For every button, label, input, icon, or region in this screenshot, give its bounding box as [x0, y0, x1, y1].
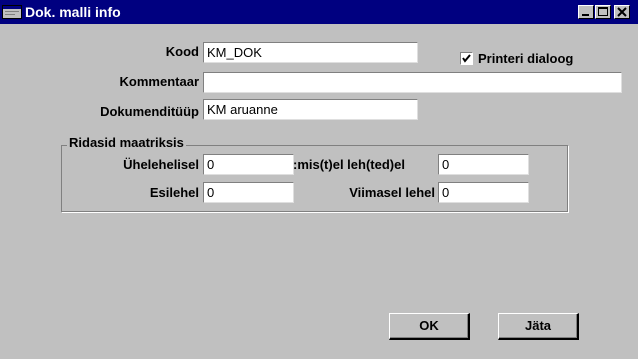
close-button[interactable] — [614, 5, 630, 19]
dokumentituup-label: Dokumenditüüp — [100, 104, 199, 119]
dokumentituup-field[interactable]: KM aruanne — [203, 99, 418, 120]
viimasel-lehel-field[interactable]: 0 — [438, 182, 529, 203]
window-title: Dok. malli info — [25, 4, 121, 20]
ok-button-label: OK — [419, 318, 439, 333]
printeri-dialoog-label[interactable]: Printeri dialoog — [478, 51, 573, 66]
maximize-button[interactable] — [595, 5, 611, 19]
minimize-button[interactable] — [578, 5, 594, 19]
esilehel-label: Esilehel — [149, 185, 199, 200]
viimasel-lehel-label: Viimasel lehel — [349, 185, 435, 200]
esilehel-field[interactable]: 0 — [203, 182, 294, 203]
uhelehelisel-field[interactable]: 0 — [203, 154, 294, 175]
window-app-icon[interactable] — [2, 5, 22, 19]
jata-button-label: Jäta — [524, 318, 552, 333]
kood-field[interactable]: KM_DOK — [203, 42, 418, 63]
ok-button[interactable]: OK — [389, 313, 470, 340]
kommentaar-label: Kommentaar — [119, 74, 199, 89]
title-bar[interactable]: Dok. malli info — [0, 0, 638, 24]
kood-label: Kood — [165, 44, 199, 59]
group-title: Ridasid maatriksis — [67, 135, 186, 150]
jata-button[interactable]: Jäta — [498, 313, 579, 340]
printeri-dialoog-checkbox[interactable] — [460, 52, 473, 65]
vahelehtedel-field[interactable]: 0 — [438, 154, 529, 175]
vahelehtedel-label: :mis(t)el leh(ted)el — [293, 157, 405, 172]
kommentaar-field[interactable] — [203, 72, 622, 93]
uhelehelisel-label: Ühelehelisel — [123, 157, 199, 172]
